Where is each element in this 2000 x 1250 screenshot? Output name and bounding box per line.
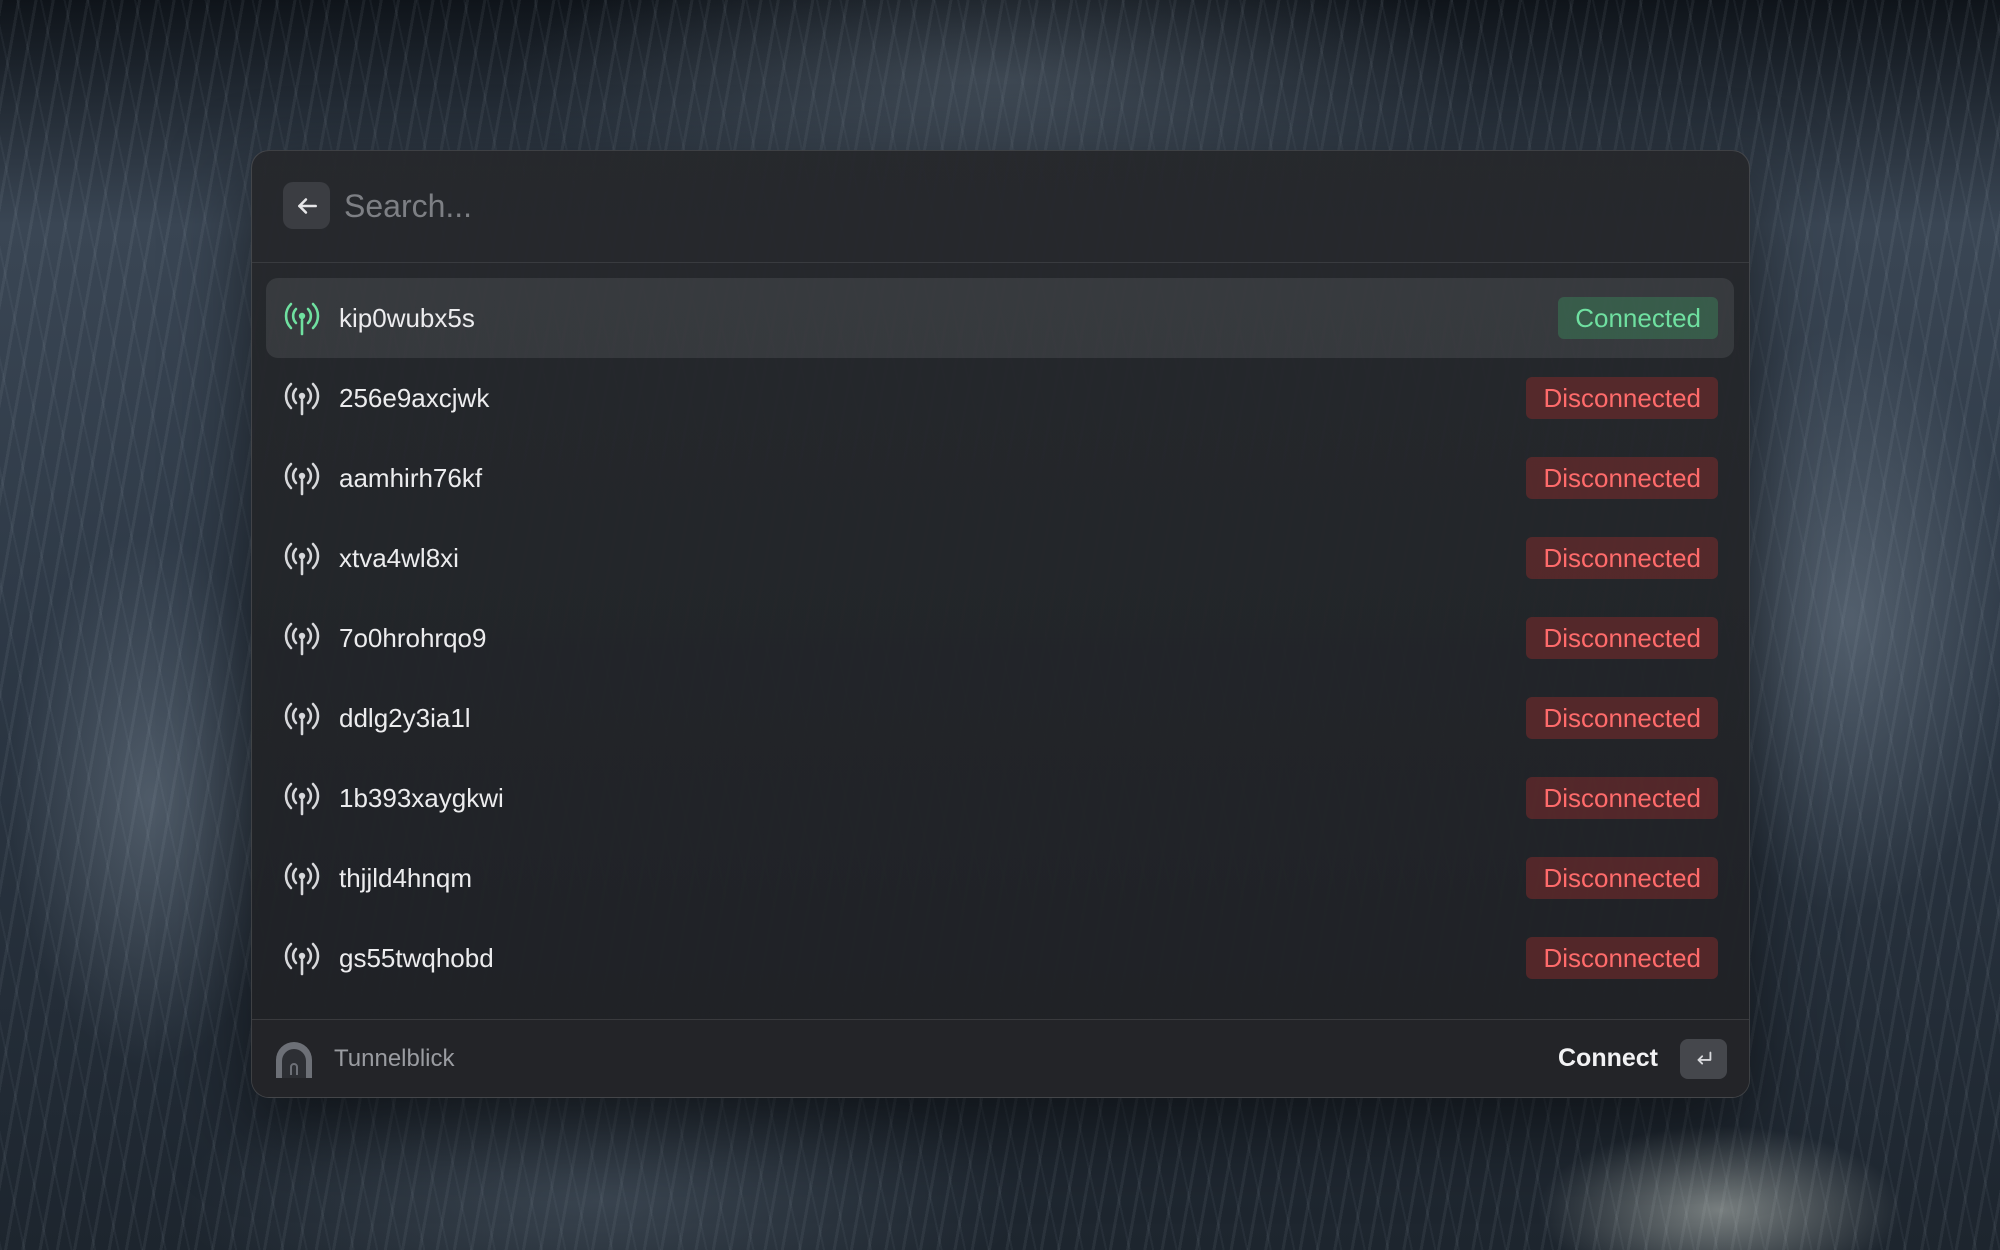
search-bar — [252, 151, 1749, 263]
item-name: thjjld4hnqm — [339, 863, 472, 893]
item-name: kip0wubx5s — [339, 303, 475, 333]
status-badge: Disconnected — [1526, 617, 1718, 659]
back-button[interactable] — [283, 182, 330, 229]
list-item[interactable]: 256e9axcjwk Disconnected — [266, 358, 1734, 438]
status-badge: Disconnected — [1526, 457, 1718, 499]
tunnelblick-app-icon — [276, 1042, 312, 1078]
antenna-signal-icon — [284, 382, 320, 416]
item-name: 1b393xaygkwi — [339, 783, 504, 813]
item-name: 256e9axcjwk — [339, 383, 490, 413]
list-item[interactable]: 7o0hrohrqo9 Disconnected — [266, 598, 1734, 678]
arrow-left-icon — [297, 197, 317, 214]
item-name: gs55twqhobd — [339, 943, 494, 973]
list-item[interactable]: ddlg2y3ia1l Disconnected — [266, 678, 1734, 758]
connect-action-button[interactable]: Connect — [1558, 1020, 1658, 1097]
antenna-signal-icon — [284, 702, 320, 736]
status-badge: Disconnected — [1526, 697, 1718, 739]
item-name: ddlg2y3ia1l — [339, 703, 471, 733]
antenna-signal-icon — [284, 622, 320, 656]
return-key-icon[interactable] — [1680, 1039, 1727, 1079]
status-badge: Disconnected — [1526, 857, 1718, 899]
antenna-signal-icon — [284, 542, 320, 576]
search-input[interactable] — [344, 177, 1644, 235]
status-badge: Disconnected — [1526, 777, 1718, 819]
launcher-window: kip0wubx5s Connected 256e9axcjwk Disconnect… — [251, 150, 1750, 1098]
item-name: 7o0hrohrqo9 — [339, 623, 487, 653]
action-bar: Tunnelblick Connect — [252, 1019, 1749, 1097]
list-item[interactable]: kip0wubx5s Connected — [266, 278, 1734, 358]
antenna-signal-icon — [284, 862, 320, 896]
item-name: xtva4wl8xi — [339, 543, 459, 573]
antenna-signal-icon — [284, 302, 320, 336]
list-item[interactable]: xtva4wl8xi Disconnected — [266, 518, 1734, 598]
item-name: aamhirh76kf — [339, 463, 483, 493]
antenna-signal-icon — [284, 462, 320, 496]
list-item[interactable]: 1b393xaygkwi Disconnected — [266, 758, 1734, 838]
list-item[interactable]: thjjld4hnqm Disconnected — [266, 838, 1734, 918]
status-badge: Disconnected — [1526, 377, 1718, 419]
vpn-list: kip0wubx5s Connected 256e9axcjwk Disconnect… — [266, 278, 1734, 998]
status-badge: Disconnected — [1526, 937, 1718, 979]
list-item[interactable]: gs55twqhobd Disconnected — [266, 918, 1734, 998]
status-badge: Connected — [1558, 297, 1718, 339]
app-name: Tunnelblick — [334, 1045, 455, 1072]
antenna-signal-icon — [284, 782, 320, 816]
antenna-signal-icon — [284, 942, 320, 976]
status-badge: Disconnected — [1526, 537, 1718, 579]
list-item[interactable]: aamhirh76kf Disconnected — [266, 438, 1734, 518]
